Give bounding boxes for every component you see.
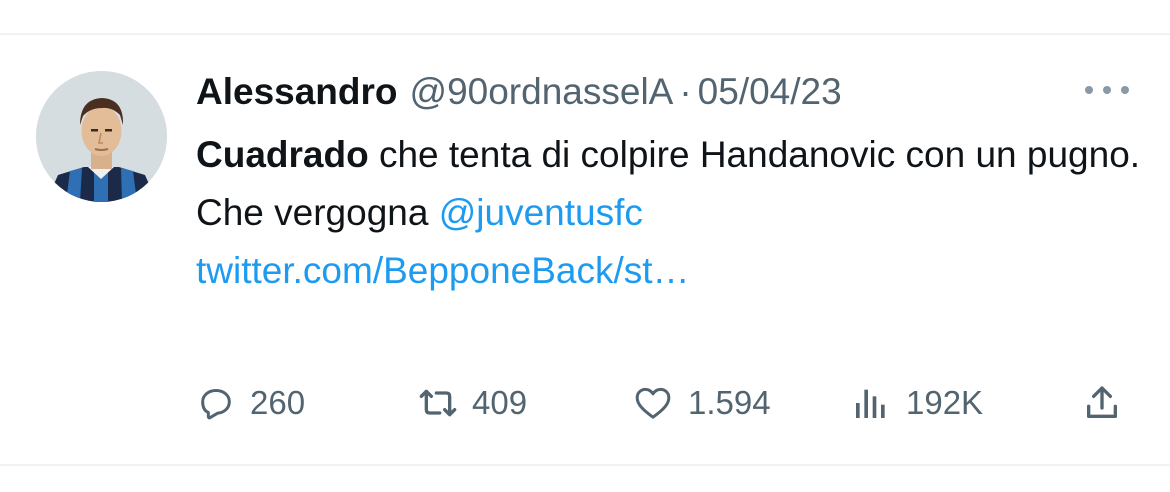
share-icon xyxy=(1087,386,1117,418)
author-name[interactable]: Alessandro xyxy=(196,71,398,113)
more-icon[interactable] xyxy=(1085,78,1129,102)
tweet-header: Alessandro @90ordnasselA · 05/04/23 xyxy=(196,68,842,116)
retweet-button[interactable]: 409 xyxy=(414,378,527,428)
views-count: 192K xyxy=(906,384,984,421)
retweet-count: 409 xyxy=(472,384,528,421)
url-link[interactable]: twitter.com/BepponeBack/st… xyxy=(196,250,690,291)
like-button[interactable]: 1.594 xyxy=(632,378,771,428)
tweet-text-line1: che tenta di colpire Handanovic con un p… xyxy=(368,134,1141,175)
bottom-divider xyxy=(0,464,1170,466)
like-count: 1.594 xyxy=(688,384,771,421)
reply-icon xyxy=(201,389,231,420)
tweet-text: Cuadrado che tenta di colpire Handanovic… xyxy=(196,126,1146,300)
tweet-text-bold: Cuadrado xyxy=(196,134,369,175)
reply-count: 260 xyxy=(250,384,306,421)
views-icon xyxy=(856,389,885,418)
avatar[interactable] xyxy=(36,71,167,202)
tweet-text-line2: Che vergogna xyxy=(196,192,439,233)
author-handle[interactable]: @90ordnasselA xyxy=(410,71,674,113)
share-button[interactable] xyxy=(1082,378,1122,428)
like-icon xyxy=(635,387,671,419)
top-divider xyxy=(0,33,1170,35)
avatar-illustration xyxy=(36,71,167,202)
tweet-date[interactable]: 05/04/23 xyxy=(698,71,842,113)
reply-button[interactable]: 260 xyxy=(196,378,305,428)
retweet-icon xyxy=(419,389,457,417)
mention-link[interactable]: @juventusfc xyxy=(439,192,643,233)
views-button[interactable]: 192K xyxy=(850,378,983,428)
action-bar: 260 409 1.594 192K xyxy=(196,378,1136,428)
header-separator: · xyxy=(679,71,692,112)
